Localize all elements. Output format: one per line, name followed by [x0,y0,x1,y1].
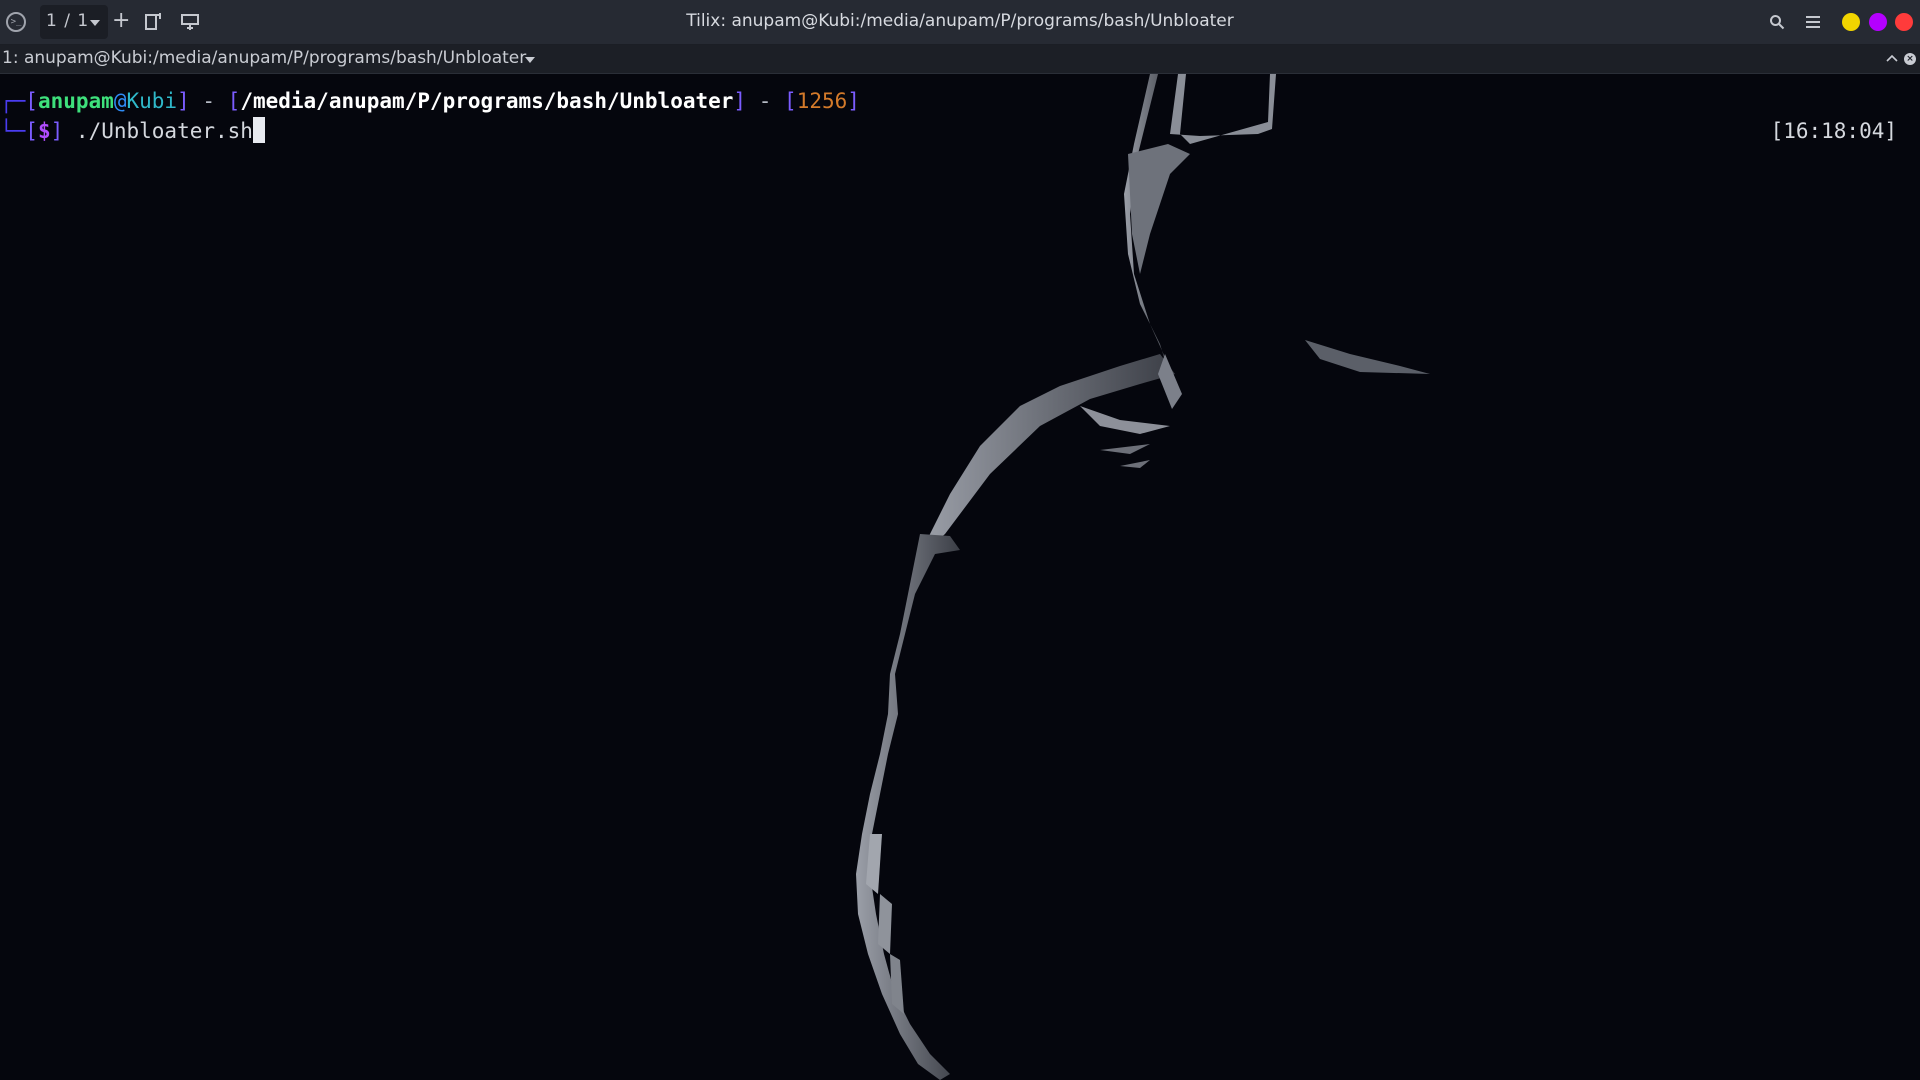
search-icon[interactable] [1769,14,1785,30]
command-input[interactable]: ./Unbloater.sh [76,119,253,143]
split-right-icon[interactable] [144,12,162,32]
terminal-app-icon[interactable]: >_ [6,12,26,32]
split-down-icon[interactable] [180,12,200,32]
session-count: 1 / 1 [46,11,90,31]
session-switcher[interactable]: 1 / 1 [40,5,108,39]
maximize-button[interactable] [1869,13,1887,31]
header-bar: >_ 1 / 1 + Tilix: anupam@Kubi:/media/anu… [0,0,1920,45]
text-cursor [252,117,265,143]
prompt-host: Kubi [126,89,178,113]
wallpaper-image [856,74,1430,1080]
command-line[interactable]: └─[$] ./Unbloater.sh [0,116,265,146]
terminal-titlebar[interactable]: 1: anupam@Kubi:/media/anupam/P/programs/… [0,45,1920,74]
prompt-dollar: $ [37,119,51,143]
prompt-at: @ [113,89,127,113]
prompt-line: ┌─[anupam@Kubi] - [/media/anupam/P/progr… [0,89,860,113]
close-button[interactable] [1895,13,1913,31]
prompt-path: /media/anupam/P/programs/bash/Unbloater [240,89,734,113]
chevron-down-icon [90,20,100,26]
prompt-user: anupam [37,89,114,113]
prompt-separator: - [758,89,772,113]
close-terminal-icon[interactable]: × [1904,53,1916,65]
minimize-button[interactable] [1842,13,1860,31]
maximize-terminal-icon[interactable] [1886,53,1898,63]
prompt-separator: - [202,89,216,113]
terminal-view[interactable]: ┌─[anupam@Kubi] - [/media/anupam/P/progr… [0,74,1920,1080]
add-session-button[interactable]: + [112,6,130,36]
terminal-title[interactable]: 1: anupam@Kubi:/media/anupam/P/programs/… [2,48,526,68]
hamburger-menu-icon[interactable] [1805,13,1821,31]
prompt-clock: [16:18:04] [1770,119,1897,143]
window-title: Tilix: anupam@Kubi:/media/anupam/P/progr… [686,11,1234,31]
prompt-history-count: 1256 [796,89,848,113]
chevron-down-icon[interactable] [525,57,535,63]
